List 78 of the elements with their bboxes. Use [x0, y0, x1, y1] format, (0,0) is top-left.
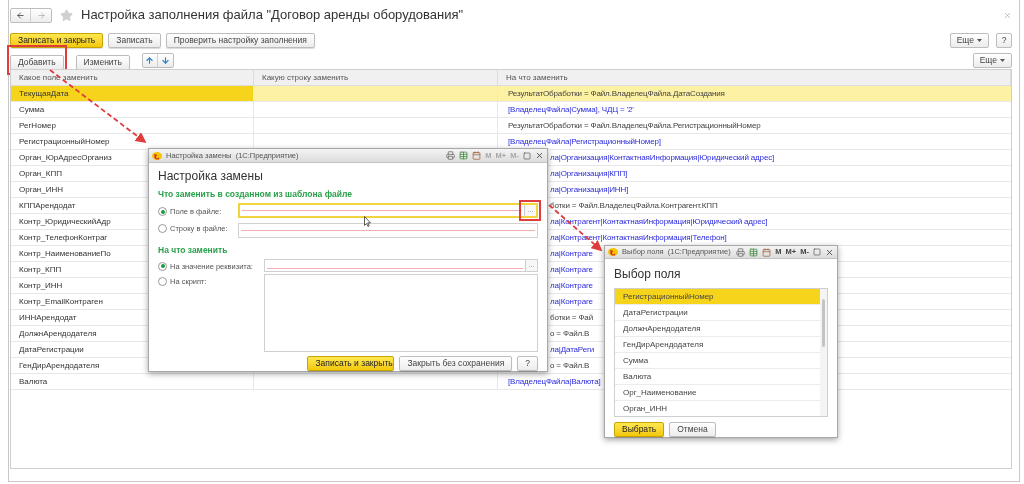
more-button[interactable]: Еще: [949, 32, 989, 48]
print-icon[interactable]: [736, 247, 746, 257]
table-cell: ла|Контраге: [550, 263, 593, 276]
table-cell: о = Файл.В: [550, 359, 590, 372]
table-row[interactable]: РегНомер РезультатОбработки = Файл.ВладелецФайла.РегистрационныйНомер: [11, 118, 1011, 134]
arrow-up-icon: [145, 55, 155, 65]
toolbar-button[interactable]: Добавить: [10, 54, 64, 70]
logo-icon: [152, 151, 162, 160]
caret-icon: [977, 38, 982, 42]
close-icon[interactable]: [535, 151, 544, 161]
table-row[interactable]: ТекущаяДата РезультатОбработки = Файл.ВладелецФайла.ДатаСоздания: [11, 86, 1011, 102]
table-cell: РезультатОбработки = Файл.ВладелецФайла.РегистрационныйНомер: [508, 119, 761, 132]
mouse-cursor-icon: [364, 216, 371, 227]
table-cell: ла|Организация|КПП]: [550, 167, 628, 180]
calendar-icon[interactable]: [762, 247, 772, 257]
table-cell: ботки = Файл.ВладелецФайла.Контрагент.КПП: [550, 199, 718, 212]
arrow-left-icon: [16, 10, 25, 20]
table-cell: РегНомер: [11, 118, 254, 133]
input-field[interactable]: [238, 223, 538, 238]
table-cell: [ВладелецФайла|Сумма], ЧДЦ = '2': [508, 103, 634, 116]
list-item[interactable]: Валюта: [615, 369, 820, 385]
section-title: На что заменить: [158, 244, 229, 257]
table-cell: [ВладелецФайла|Валюта]: [508, 375, 601, 388]
table-cell: о = Файл.В: [550, 327, 590, 340]
table-cell: ла|Контраге: [550, 279, 593, 292]
table-row[interactable]: Сумма [ВладелецФайла|Сумма], ЧДЦ = '2': [11, 102, 1011, 118]
table-row[interactable]: РегистрационныйНомер [ВладелецФайла|РегистрационныйНомер]: [11, 134, 1011, 150]
toolbar-button[interactable]: Проверить настройку заполнения: [165, 32, 315, 48]
toolbar-button[interactable]: Отмена: [669, 422, 716, 437]
list-item[interactable]: Сумма: [615, 353, 820, 369]
table-cell: ла|Контрагент|КонтактнаяИнформация|Телефон]: [550, 231, 727, 244]
table-cell: ла|ДатаРеги: [550, 343, 595, 356]
calendar-icon[interactable]: [472, 151, 482, 161]
window-title: Настройка заполнения файла "Договор аренды оборудования": [81, 6, 465, 25]
close-icon[interactable]: [825, 247, 834, 257]
list-item[interactable]: ДолжнАрендодателя: [615, 321, 820, 337]
toolbar-button[interactable]: Записать: [108, 32, 161, 48]
column-header[interactable]: На что заменить: [498, 70, 1011, 85]
radio-button[interactable]: [158, 261, 167, 271]
radio-button[interactable]: [158, 207, 167, 217]
radio-button[interactable]: [158, 277, 167, 287]
arrow-right-icon: [36, 10, 46, 20]
table-cell: РезультатОбработки = Файл.ВладелецФайла.ДатаСоздания: [508, 87, 725, 100]
table-cell: ла|Организация|ИНН]: [550, 183, 629, 196]
table-cell: ла|Контраге: [550, 295, 593, 308]
table-cell: ла|Контраге: [550, 247, 593, 260]
primary-button[interactable]: Записать и закрыть: [10, 32, 104, 48]
table-cell: Валюта: [11, 374, 254, 389]
list-item[interactable]: ДатаРегистрации: [615, 305, 820, 321]
dialog-heading: Выбор поля: [614, 266, 682, 283]
scrollbar[interactable]: [820, 289, 827, 416]
maximize-icon[interactable]: [813, 248, 821, 256]
toolbar-button[interactable]: ?: [517, 356, 538, 371]
primary-button[interactable]: Выбрать: [614, 422, 665, 437]
list-item[interactable]: РегистрационныйНомер: [615, 289, 820, 305]
list-item[interactable]: Орг_Наименование: [615, 385, 820, 401]
table-cell: ботки = Фай: [550, 311, 593, 324]
table-cell: [ВладелецФайла|РегистрационныйНомер]: [508, 135, 661, 148]
table-cell: ла|Контрагент|КонтактнаяИнформация|Юридический адрес]: [550, 215, 768, 228]
table-cell: Сумма: [11, 102, 254, 117]
help-button[interactable]: ?: [996, 32, 1012, 48]
more-button[interactable]: Еще: [972, 52, 1012, 68]
table-icon[interactable]: [459, 151, 469, 161]
table-icon[interactable]: [749, 247, 759, 257]
toolbar-button[interactable]: Закрыть без сохранения: [399, 356, 513, 371]
caret-icon: [1000, 58, 1005, 62]
maximize-icon[interactable]: [523, 151, 531, 160]
primary-button[interactable]: Записать и закрыть: [307, 356, 395, 371]
table-cell: ла|Организация|КонтактнаяИнформация|Юридический адрес]: [550, 151, 775, 164]
favorite-star-icon[interactable]: [60, 8, 73, 22]
list-item[interactable]: ГенДирАрендодателя: [615, 337, 820, 353]
column-header[interactable]: Какую строку заменить: [254, 70, 498, 85]
radio-button[interactable]: [158, 224, 167, 234]
table-cell: ТекущаяДата: [11, 86, 254, 101]
logo-icon: [608, 248, 618, 256]
print-icon[interactable]: [446, 151, 456, 161]
arrow-down-icon: [160, 55, 170, 65]
toolbar-button[interactable]: Изменить: [75, 54, 130, 70]
